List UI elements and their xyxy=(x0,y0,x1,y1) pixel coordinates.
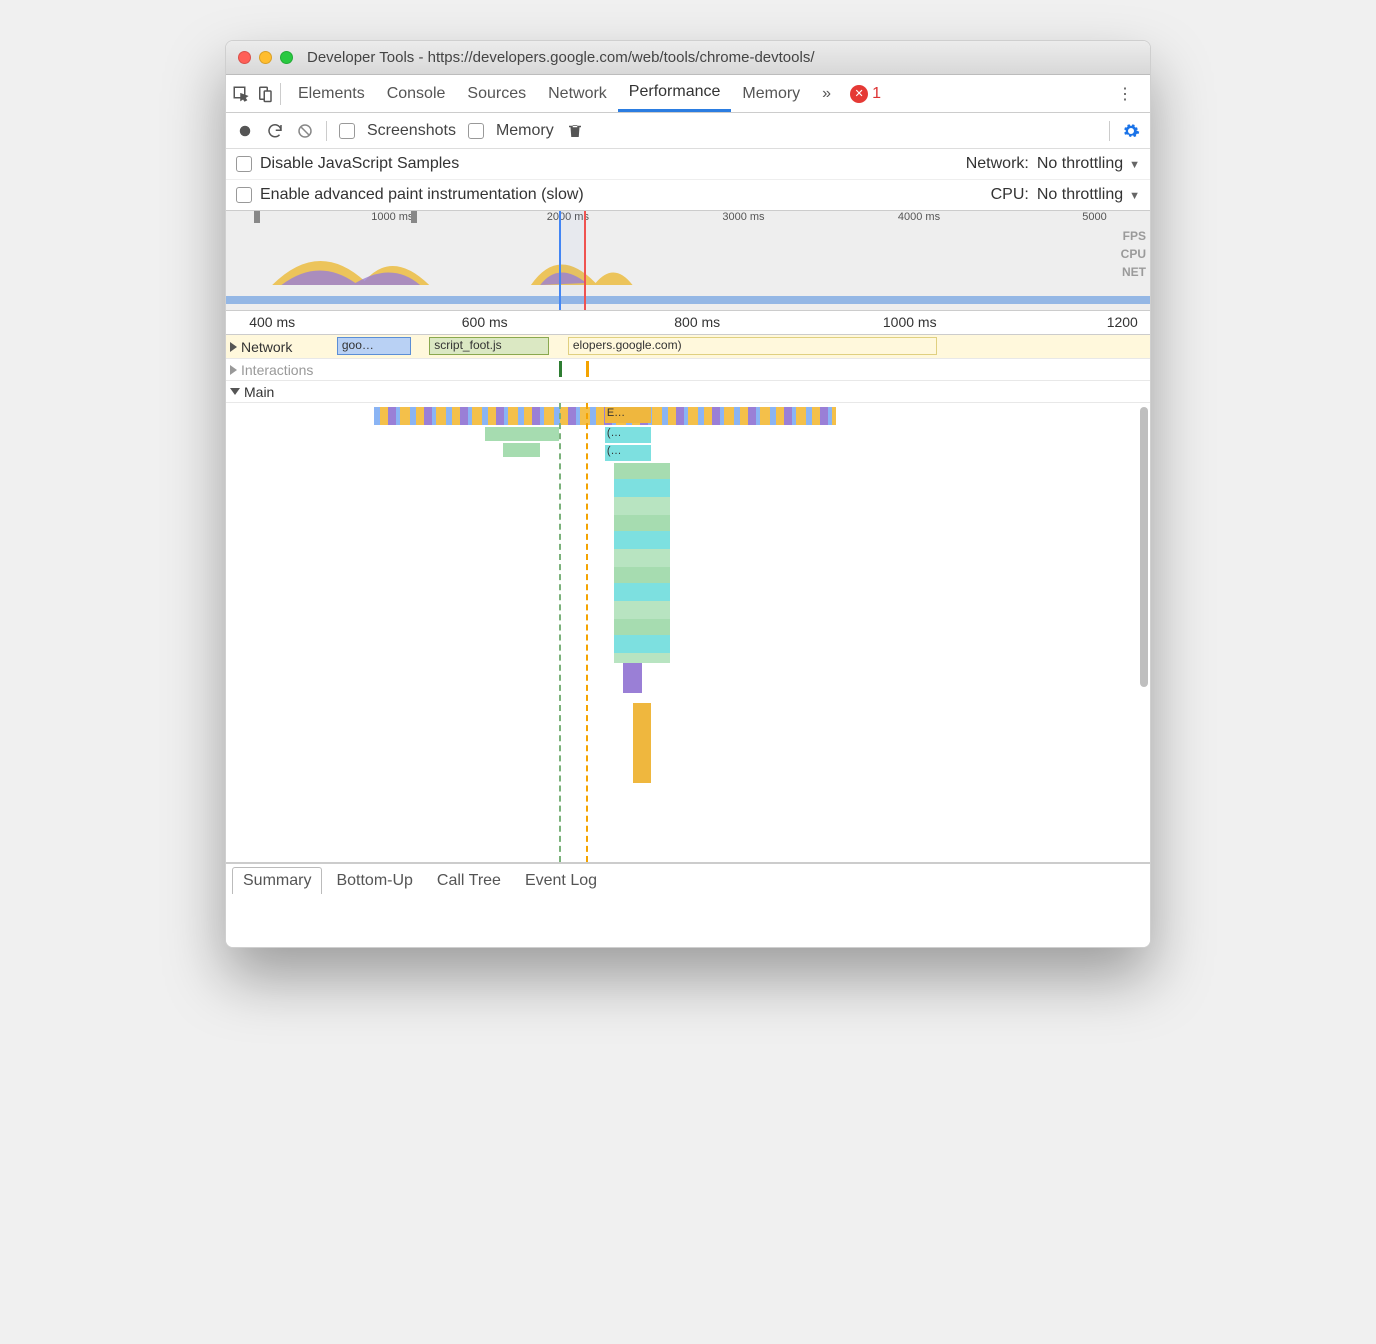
reload-icon[interactable] xyxy=(266,122,284,140)
inspect-icon[interactable] xyxy=(232,85,250,103)
overview-ticks: 1000 ms 2000 ms 3000 ms 4000 ms 5000 xyxy=(226,211,1150,227)
flamechart-ruler[interactable]: 400 ms 600 ms 800 ms 1000 ms 1200 xyxy=(226,311,1150,335)
tab-elements[interactable]: Elements xyxy=(287,75,376,112)
tab-performance[interactable]: Performance xyxy=(618,75,732,112)
tabs-overflow-icon[interactable]: » xyxy=(811,75,842,112)
interaction-marker xyxy=(586,361,589,377)
kebab-menu-icon[interactable]: ⋮ xyxy=(1106,75,1144,112)
error-badge-icon[interactable]: ✕ xyxy=(850,85,868,103)
details-tab-call-tree[interactable]: Call Tree xyxy=(427,868,511,894)
overview-selection[interactable] xyxy=(559,211,587,310)
devtools-window: Developer Tools - https://developers.goo… xyxy=(225,40,1151,948)
flame-event[interactable] xyxy=(633,703,651,783)
flame-stack[interactable] xyxy=(614,463,669,663)
record-icon[interactable] xyxy=(236,122,254,140)
zoom-icon[interactable] xyxy=(280,51,293,64)
network-throttle-label: Network: xyxy=(966,155,1029,173)
overview-net-lane xyxy=(226,296,1150,304)
cpu-throttle-label: CPU: xyxy=(991,186,1029,204)
details-tab-summary[interactable]: Summary xyxy=(232,867,322,894)
tab-sources[interactable]: Sources xyxy=(456,75,537,112)
flame-event[interactable] xyxy=(485,427,559,441)
close-icon[interactable] xyxy=(238,51,251,64)
details-tab-event-log[interactable]: Event Log xyxy=(515,868,607,894)
enable-paint-label: Enable advanced paint instrumentation (s… xyxy=(260,186,584,204)
disclosure-triangle-icon[interactable] xyxy=(230,388,240,395)
clear-icon[interactable] xyxy=(296,122,314,140)
flame-event[interactable]: (… xyxy=(605,445,651,461)
enable-paint-checkbox[interactable] xyxy=(236,187,252,203)
tab-console[interactable]: Console xyxy=(376,75,457,112)
chevron-down-icon: ▼ xyxy=(1129,159,1140,171)
perf-toolbar: Screenshots Memory xyxy=(226,113,1150,149)
details-tab-bottom-up[interactable]: Bottom-Up xyxy=(326,868,422,894)
flame-event[interactable]: (… xyxy=(605,427,651,443)
memory-label: Memory xyxy=(496,122,554,140)
track-main-label: Main xyxy=(244,384,274,400)
screenshots-checkbox[interactable] xyxy=(339,123,355,139)
cpu-throttle-select[interactable]: No throttling▼ xyxy=(1037,186,1140,204)
minimize-icon[interactable] xyxy=(259,51,272,64)
network-request-chip[interactable]: elopers.google.com) xyxy=(568,337,938,355)
flame-event[interactable] xyxy=(503,443,540,457)
settings-row-2: Enable advanced paint instrumentation (s… xyxy=(226,180,1150,211)
disclosure-triangle-icon[interactable] xyxy=(230,365,237,375)
guideline xyxy=(586,403,588,862)
window-controls xyxy=(238,51,293,64)
network-request-chip[interactable]: script_foot.js xyxy=(429,337,549,355)
overview-cpu-graph xyxy=(226,229,1150,289)
details-panel xyxy=(226,897,1150,947)
tab-memory[interactable]: Memory xyxy=(731,75,811,112)
trash-icon[interactable] xyxy=(566,122,584,140)
tab-network[interactable]: Network xyxy=(537,75,618,112)
titlebar: Developer Tools - https://developers.goo… xyxy=(226,41,1150,75)
flame-event[interactable] xyxy=(623,663,641,693)
overview-lane-labels: FPS CPU NET xyxy=(1121,229,1146,283)
scrollbar[interactable] xyxy=(1140,407,1148,687)
overview-marker xyxy=(254,211,260,223)
track-interactions-label: Interactions xyxy=(241,362,313,378)
track-network-label: Network xyxy=(241,339,292,355)
track-main-header[interactable]: Main xyxy=(226,381,1150,403)
device-toggle-icon[interactable] xyxy=(256,85,274,103)
timeline-overview[interactable]: 1000 ms 2000 ms 3000 ms 4000 ms 5000 FPS… xyxy=(226,211,1150,311)
disclosure-triangle-icon[interactable] xyxy=(230,342,237,352)
memory-checkbox[interactable] xyxy=(468,123,484,139)
settings-row-1: Disable JavaScript Samples Network: No t… xyxy=(226,149,1150,180)
chevron-down-icon: ▼ xyxy=(1129,190,1140,202)
flame-event[interactable]: E… xyxy=(605,407,651,423)
flamechart-main[interactable]: E… (… (… xyxy=(226,403,1150,863)
guideline xyxy=(559,403,561,862)
track-network[interactable]: Network goo… script_foot.js elopers.goog… xyxy=(226,335,1150,359)
track-interactions[interactable]: Interactions xyxy=(226,359,1150,381)
interaction-marker xyxy=(559,361,562,377)
error-count: 1 xyxy=(872,85,881,103)
disable-js-samples-checkbox[interactable] xyxy=(236,156,252,172)
screenshots-label: Screenshots xyxy=(367,122,456,140)
network-throttle-select[interactable]: No throttling▼ xyxy=(1037,155,1140,173)
details-tabbar: Summary Bottom-Up Call Tree Event Log xyxy=(226,863,1150,897)
disable-js-samples-label: Disable JavaScript Samples xyxy=(260,155,459,173)
gear-icon[interactable] xyxy=(1122,122,1140,140)
main-tabbar: Elements Console Sources Network Perform… xyxy=(226,75,1150,113)
window-title: Developer Tools - https://developers.goo… xyxy=(307,49,815,66)
overview-marker xyxy=(411,211,417,223)
network-request-chip[interactable]: goo… xyxy=(337,337,411,355)
